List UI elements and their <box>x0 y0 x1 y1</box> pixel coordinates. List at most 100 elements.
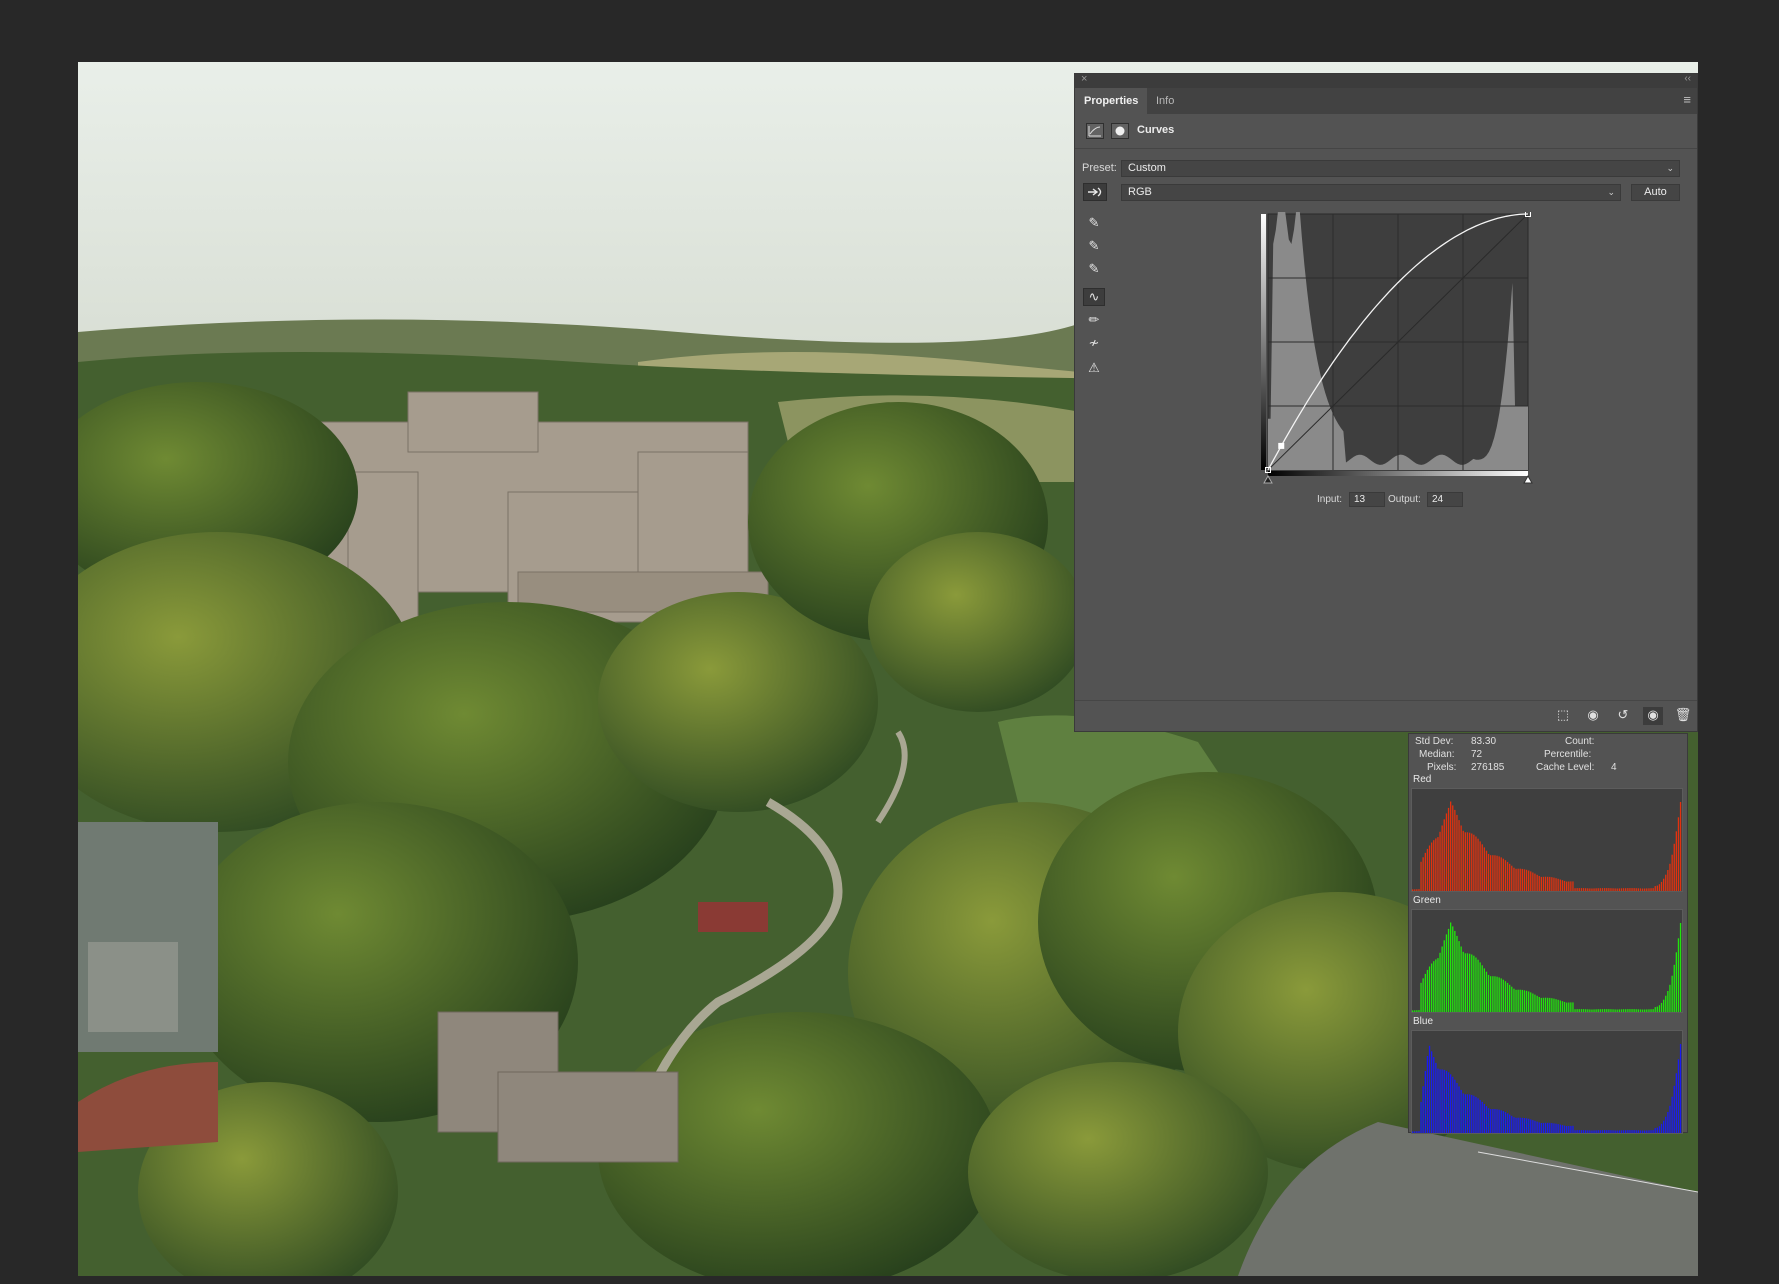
histogram-bar <box>1675 1073 1677 1133</box>
delete-icon[interactable]: 🗑 <box>1673 707 1693 725</box>
histogram-bar <box>1538 876 1540 891</box>
toggle-visibility-icon[interactable]: ◉ <box>1643 707 1663 725</box>
view-previous-state-icon[interactable]: ◉ <box>1583 707 1603 725</box>
preset-label: Preset: <box>1082 162 1117 174</box>
histogram-bar <box>1620 1009 1623 1012</box>
histogram-bar <box>1521 989 1523 1012</box>
histogram-bar <box>1528 991 1530 1012</box>
histogram-bar <box>1547 876 1549 891</box>
histogram-bar <box>1553 877 1555 891</box>
histogram-bar <box>1485 850 1488 891</box>
histogram-bar <box>1536 1121 1538 1133</box>
histogram-bar <box>1439 952 1441 1012</box>
histogram-bar <box>1538 1122 1540 1133</box>
output-label: Output: <box>1388 494 1421 505</box>
histogram-bar <box>1677 938 1680 1012</box>
collapse-panel-icon[interactable]: ‹‹ <box>1684 73 1691 84</box>
histogram-bar <box>1656 1127 1658 1133</box>
histogram-bar <box>1599 1130 1601 1133</box>
histogram-bar <box>1597 1130 1599 1133</box>
channel-value: RGB <box>1128 186 1152 198</box>
histogram-bar <box>1462 1093 1464 1133</box>
histogram-bar <box>1574 1130 1576 1133</box>
histogram-bar <box>1616 888 1618 891</box>
histogram-bar <box>1637 1130 1639 1133</box>
histogram-bar <box>1523 990 1526 1012</box>
panel-menu-icon[interactable]: ≡ <box>1683 92 1691 107</box>
histogram-bar <box>1428 1045 1431 1133</box>
histogram-bar <box>1452 805 1454 891</box>
histogram-bar <box>1549 876 1551 891</box>
std-dev-value: 83.30 <box>1471 736 1497 747</box>
histogram-bar <box>1648 1009 1650 1012</box>
histogram-bar <box>1635 1130 1637 1133</box>
histogram-bar <box>1428 966 1431 1012</box>
histogram-bar <box>1416 1131 1418 1133</box>
histogram-bar <box>1445 1070 1448 1133</box>
histogram-bar <box>1424 1070 1426 1133</box>
histogram-bar <box>1412 889 1414 891</box>
tab-info[interactable]: Info <box>1147 88 1183 114</box>
panel-footer: ⬚ ◉ ↺ ◉ 🗑 <box>1075 700 1697 731</box>
smooth-curve-icon[interactable]: ≁ <box>1083 335 1105 353</box>
histogram-bar <box>1504 1112 1507 1133</box>
histogram-bar <box>1447 807 1450 891</box>
histogram-bar <box>1557 878 1559 891</box>
histogram-bar <box>1549 1122 1551 1133</box>
histogram-bar <box>1663 878 1665 891</box>
histogram-bar <box>1604 1009 1606 1012</box>
edit-points-curve-icon[interactable]: ∿ <box>1083 288 1105 306</box>
histogram-bar <box>1633 888 1635 891</box>
histogram-bar <box>1553 998 1555 1012</box>
input-field[interactable]: 13 <box>1349 492 1385 507</box>
histogram-bar <box>1566 1126 1568 1133</box>
histogram-bar <box>1462 951 1464 1012</box>
sample-highlight-eyedropper-icon[interactable]: ✎ <box>1083 261 1105 279</box>
histogram-bar <box>1494 1109 1496 1133</box>
histogram-bar <box>1458 941 1460 1012</box>
histogram-bar <box>1424 852 1426 891</box>
reset-icon[interactable]: ↺ <box>1613 707 1633 725</box>
histogram-bar <box>1576 888 1578 891</box>
close-panel-icon[interactable]: × <box>1081 73 1087 85</box>
histogram-bar <box>1504 981 1507 1012</box>
clipping-warning-icon[interactable]: ⚠ <box>1083 360 1105 378</box>
histogram-bar <box>1498 1109 1500 1133</box>
clip-to-layer-icon[interactable]: ⬚ <box>1553 707 1573 725</box>
histogram-bar <box>1454 809 1456 891</box>
histogram-bar <box>1469 832 1471 891</box>
output-field[interactable]: 24 <box>1427 492 1463 507</box>
channel-dropdown[interactable]: RGB ⌄ <box>1121 184 1621 201</box>
histogram-bar <box>1608 1130 1610 1133</box>
preset-dropdown[interactable]: Custom ⌄ <box>1121 160 1680 177</box>
auto-button[interactable]: Auto <box>1631 184 1680 201</box>
histogram-bar <box>1580 1130 1583 1133</box>
tab-properties[interactable]: Properties <box>1075 88 1148 114</box>
layer-mask-icon[interactable] <box>1111 123 1129 139</box>
curves-adjustment-icon[interactable] <box>1086 123 1104 139</box>
histogram-bar <box>1620 1130 1623 1133</box>
draw-pencil-icon[interactable]: ✏ <box>1083 312 1105 330</box>
histogram-bar <box>1481 965 1483 1012</box>
histogram-bar <box>1622 888 1625 891</box>
sample-shadow-eyedropper-icon[interactable]: ✎ <box>1083 215 1105 233</box>
histogram-panel: Std Dev: 83.30 Median: 72 Pixels: 276185… <box>1408 733 1688 1134</box>
histogram-bar <box>1580 888 1583 891</box>
histogram-bar <box>1593 888 1595 891</box>
histogram-bar <box>1629 888 1631 891</box>
green-histogram <box>1411 909 1683 1013</box>
targeted-adjustment-tool-button[interactable] <box>1083 183 1107 201</box>
histogram-bar <box>1568 1002 1570 1012</box>
histogram-bar <box>1460 946 1462 1012</box>
histogram-bar <box>1570 1002 1572 1012</box>
histogram-bar <box>1658 884 1661 891</box>
panel-title-strip[interactable]: × ‹‹ <box>1075 73 1697 88</box>
histogram-bar <box>1492 855 1494 891</box>
histogram-bar <box>1431 1051 1433 1133</box>
sample-midtone-eyedropper-icon[interactable]: ✎ <box>1083 238 1105 256</box>
histogram-bar <box>1669 1105 1671 1133</box>
curves-graph[interactable] <box>1261 194 1538 486</box>
histogram-bar <box>1557 999 1559 1012</box>
histogram-bar <box>1513 867 1515 891</box>
histogram-bar <box>1559 879 1561 891</box>
